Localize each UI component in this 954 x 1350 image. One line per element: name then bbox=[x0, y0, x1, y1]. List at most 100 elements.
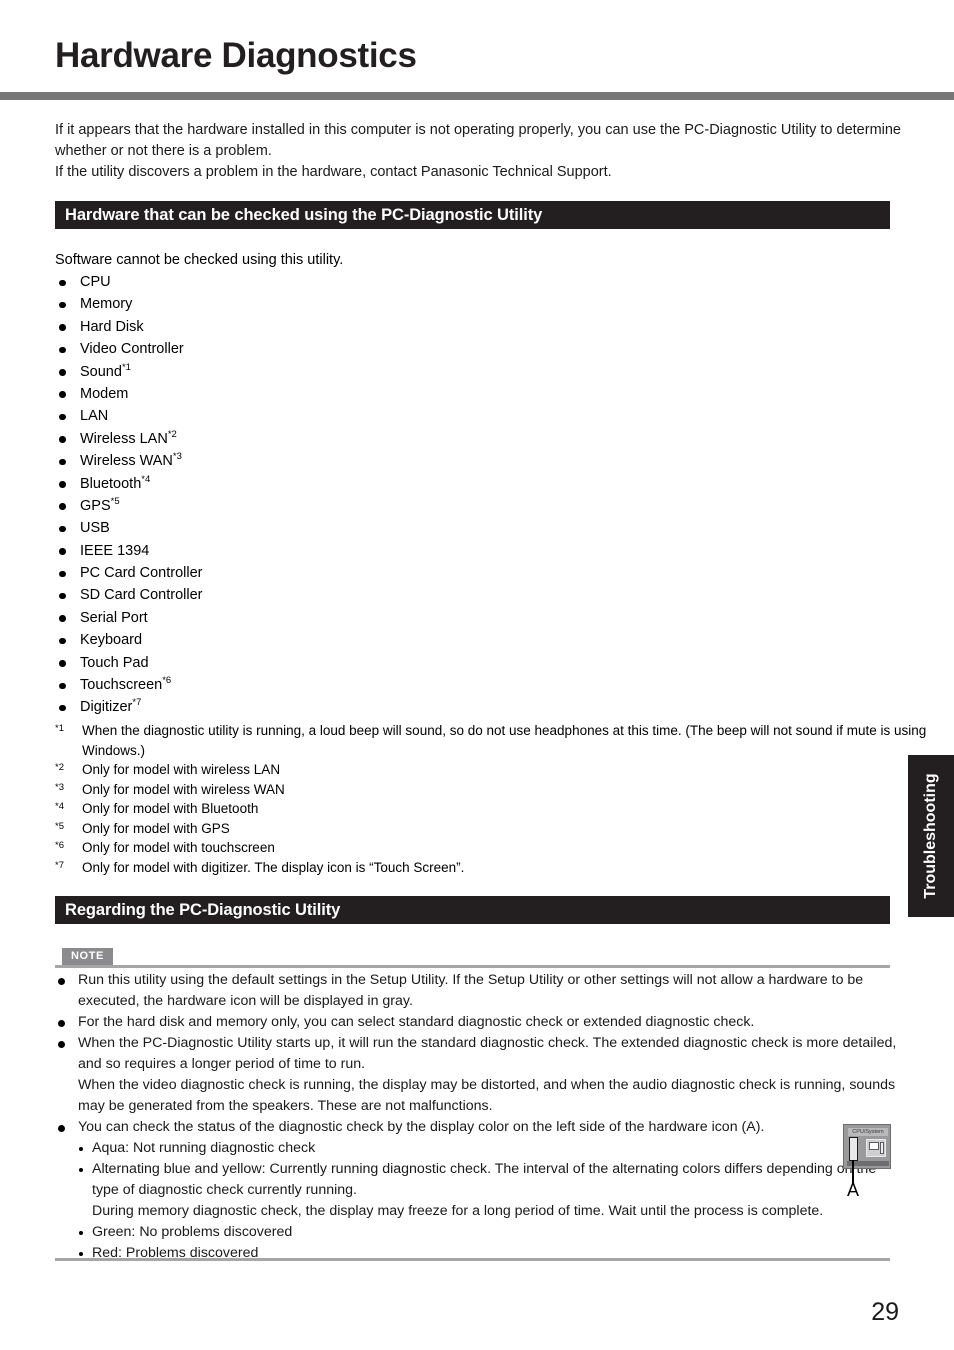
hardware-list: CPU Memory Hard Disk Video Controller Sound*… bbox=[55, 271, 455, 719]
list-item-label: Touch Pad bbox=[80, 654, 149, 671]
list-item-label: Modem bbox=[80, 385, 129, 402]
bullet-icon bbox=[58, 1040, 65, 1048]
note-top-divider bbox=[55, 965, 890, 968]
footnote-marker: *3 bbox=[55, 781, 64, 793]
list-item-label: GPS bbox=[80, 497, 111, 514]
footnote-marker: *5 bbox=[55, 820, 64, 832]
footnote: *7 Only for model with digitizer. The dis… bbox=[55, 858, 900, 878]
tower-icon bbox=[880, 1142, 884, 1154]
list-item: Wireless WAN*3 bbox=[55, 450, 455, 472]
list-item-label: Keyboard bbox=[80, 632, 143, 649]
footnote-list: *1 When the diagnostic utility is running… bbox=[55, 721, 926, 878]
footnote: *1 When the diagnostic utility is running… bbox=[55, 721, 927, 760]
list-item-label: CPU bbox=[80, 274, 111, 290]
bullet-icon bbox=[59, 346, 66, 354]
list-item: USB bbox=[55, 517, 455, 539]
list-item-label: Wireless WAN bbox=[80, 453, 173, 470]
footnote-text: Only for model with Bluetooth bbox=[82, 801, 259, 816]
note-item-text: Run this utility using the default setti… bbox=[78, 972, 864, 1009]
bullet-icon bbox=[59, 458, 66, 466]
bullet-icon bbox=[59, 301, 66, 309]
status-color-bar bbox=[849, 1137, 858, 1161]
list-item: Memory bbox=[55, 293, 455, 315]
list-item-label: Memory bbox=[80, 296, 133, 313]
list-item: PC Card Controller bbox=[55, 562, 455, 584]
footnote-marker: *2 bbox=[167, 428, 177, 440]
intro-paragraph: If it appears that the hardware installe… bbox=[55, 122, 901, 180]
footnote-marker: *6 bbox=[55, 840, 64, 851]
bullet-icon bbox=[59, 503, 66, 510]
bullet-icon bbox=[58, 1019, 65, 1027]
footnote: *2 Only for model with wireless LAN bbox=[55, 760, 900, 780]
bullet-icon bbox=[58, 1124, 65, 1132]
bullet-icon bbox=[59, 637, 66, 645]
footnote-marker: *3 bbox=[172, 451, 182, 463]
page-title: Hardware Diagnostics bbox=[55, 36, 417, 75]
note-badge: NOTE bbox=[62, 948, 113, 965]
footnote-text: When the diagnostic utility is running, … bbox=[82, 723, 927, 758]
list-item: LAN bbox=[55, 405, 455, 427]
list-item: Bluetooth*4 bbox=[55, 473, 455, 495]
list-item-label: Video Controller bbox=[80, 341, 184, 358]
footnote-marker: *4 bbox=[55, 801, 64, 812]
footnote: *5 Only for model with GPS bbox=[55, 819, 900, 839]
bullet-icon bbox=[59, 704, 66, 712]
note-bottom-divider bbox=[55, 1258, 890, 1261]
section-header-regarding-utility: Regarding the PC-Diagnostic Utility bbox=[55, 896, 890, 924]
status-color-item: Red: Problems discovered bbox=[55, 1243, 900, 1264]
footnote: *6 Only for model with touchscreen bbox=[55, 838, 900, 858]
list-item: Digitizer*7 bbox=[55, 696, 455, 718]
list-item: Keyboard bbox=[55, 629, 455, 651]
footnote-marker: *6 bbox=[162, 675, 172, 687]
footnote-marker: *5 bbox=[110, 496, 120, 508]
note-item-text: When the PC-Diagnostic Utility starts up… bbox=[78, 1035, 897, 1072]
footnote-text: Only for model with GPS bbox=[82, 820, 230, 836]
bullet-icon bbox=[59, 413, 66, 421]
footnote-marker: *1 bbox=[121, 361, 131, 373]
list-item-label: Touchscreen bbox=[80, 677, 163, 694]
list-item: GPS*5 bbox=[55, 495, 455, 517]
list-item-label: Hard Disk bbox=[80, 318, 144, 335]
bullet-icon bbox=[59, 570, 66, 578]
list-item-label: Wireless LAN bbox=[80, 430, 168, 447]
status-color-text: Green: No problems discovered bbox=[92, 1224, 293, 1240]
list-item: Hard Disk bbox=[55, 316, 455, 338]
software-note: Software cannot be checked using this ut… bbox=[55, 252, 344, 268]
status-color-item: Alternating blue and yellow: Currently r… bbox=[55, 1159, 882, 1222]
sub-bullet-icon bbox=[79, 1168, 83, 1172]
note-item: You can check the status of the diagnost… bbox=[55, 1117, 900, 1138]
bullet-icon bbox=[59, 481, 66, 488]
list-item: Sound*1 bbox=[55, 361, 455, 383]
status-color-text: Alternating blue and yellow: Currently r… bbox=[92, 1161, 877, 1198]
bullet-icon bbox=[59, 660, 66, 667]
bullet-icon bbox=[59, 548, 66, 555]
bullet-icon bbox=[59, 592, 66, 600]
monitor-screen-icon bbox=[869, 1142, 879, 1150]
footnote-text: Only for model with wireless WAN bbox=[82, 781, 285, 797]
section-header-hardware-checked: Hardware that can be checked using the P… bbox=[55, 201, 890, 229]
callout-label-a: A bbox=[847, 1180, 860, 1200]
note-item: For the hard disk and memory only, you c… bbox=[55, 1012, 900, 1033]
status-color-item: Aqua: Not running diagnostic check bbox=[55, 1138, 900, 1159]
footnote-text: Only for model with wireless LAN bbox=[82, 762, 281, 777]
list-item-label: Serial Port bbox=[80, 609, 148, 626]
list-item: CPU bbox=[55, 271, 455, 293]
list-item: Touch Pad bbox=[55, 652, 455, 674]
bullet-icon bbox=[59, 279, 66, 286]
footnote-marker: *7 bbox=[132, 697, 142, 709]
footnote-marker: *4 bbox=[141, 473, 151, 485]
note-item: Run this utility using the default setti… bbox=[55, 970, 900, 1012]
status-color-item: Green: No problems discovered bbox=[55, 1222, 900, 1243]
list-item-label: USB bbox=[80, 520, 110, 537]
list-item: Modem bbox=[55, 383, 455, 405]
list-item: Touchscreen*6 bbox=[55, 674, 455, 696]
list-item-label: Digitizer bbox=[80, 699, 133, 716]
bullet-icon bbox=[59, 324, 66, 331]
list-item-label: Bluetooth bbox=[80, 475, 142, 492]
side-tab-label: Troubleshooting bbox=[922, 773, 939, 899]
footnote: *4 Only for model with Bluetooth bbox=[55, 799, 900, 819]
bullet-icon bbox=[59, 436, 66, 443]
list-item: IEEE 1394 bbox=[55, 540, 455, 562]
list-item-label: IEEE 1394 bbox=[80, 542, 150, 559]
bullet-icon bbox=[59, 369, 66, 376]
